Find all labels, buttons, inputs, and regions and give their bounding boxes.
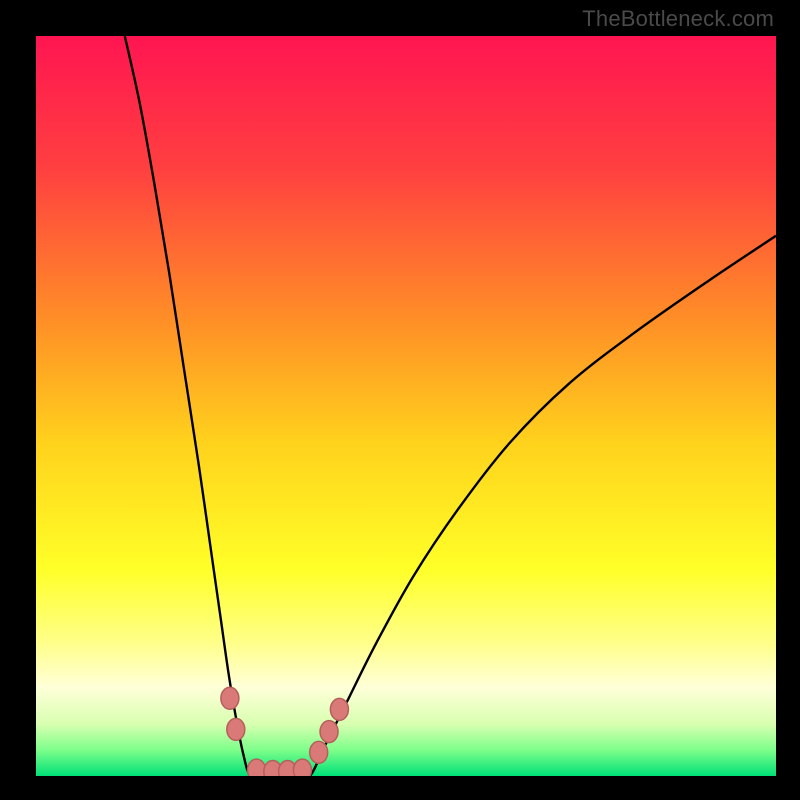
bottleneck-curve bbox=[36, 36, 776, 776]
valley-marker bbox=[330, 698, 348, 720]
valley-marker bbox=[310, 741, 328, 763]
plot-area bbox=[36, 36, 776, 776]
chart-frame: TheBottleneck.com bbox=[0, 0, 800, 800]
valley-marker bbox=[293, 759, 311, 776]
valley-marker bbox=[320, 721, 338, 743]
valley-markers bbox=[221, 687, 349, 776]
watermark-text: TheBottleneck.com bbox=[582, 6, 774, 32]
curve-line bbox=[125, 36, 776, 776]
valley-marker bbox=[227, 718, 245, 740]
valley-marker bbox=[221, 687, 239, 709]
valley-marker bbox=[248, 759, 266, 776]
